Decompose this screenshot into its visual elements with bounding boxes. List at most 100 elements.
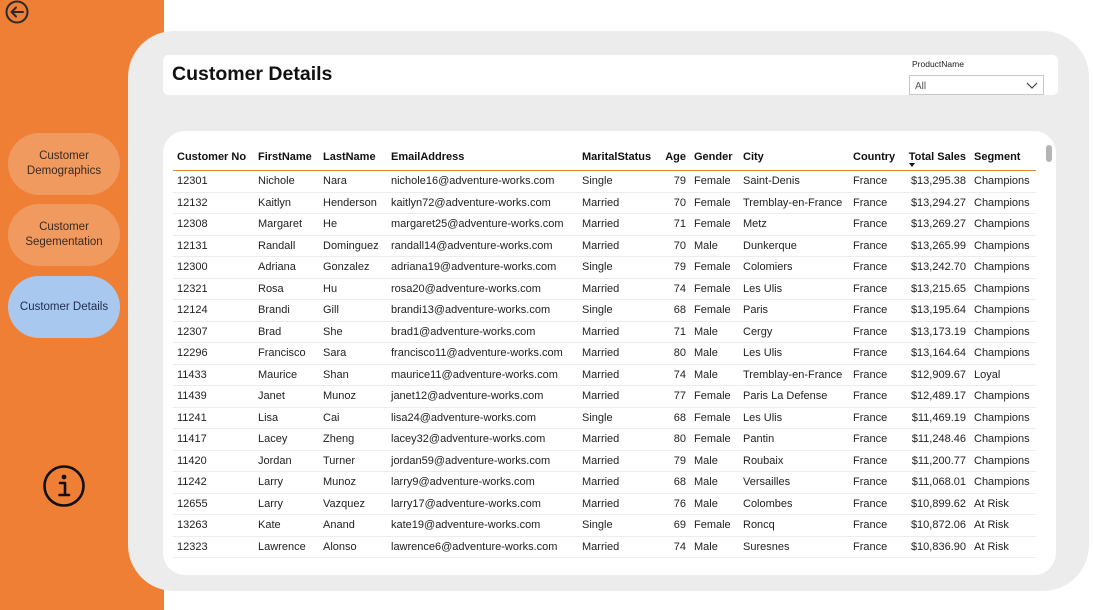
table-cell: Maurice — [254, 364, 319, 386]
table-cell: Henderson — [319, 192, 387, 214]
table-row[interactable]: 11242 Larry Munoz larry9@adventure-works.co… — [173, 471, 1036, 494]
table-cell: Married — [578, 342, 659, 365]
table-cell: He — [319, 213, 387, 236]
table-cell: nichole16@adventure-works.com — [387, 170, 578, 193]
table-cell: brad1@adventure-works.com — [387, 321, 578, 343]
table-cell: Janet — [254, 385, 319, 408]
table-cell: Champions — [970, 213, 1036, 236]
table-row[interactable]: 12323 Lawrence Alonso lawrence6@adventure-w… — [173, 536, 1036, 558]
table-row[interactable]: 12307 Brad She brad1@adventure-works.com Mar… — [173, 321, 1036, 343]
table-cell: $11,068.01 — [904, 471, 970, 494]
table-cell: Roncq — [739, 514, 849, 537]
table-cell: 12655 — [173, 493, 254, 515]
table-cell: Larry — [254, 493, 319, 515]
table-row[interactable]: 11433 Maurice Shan maurice11@adventure-work… — [173, 364, 1036, 386]
table-cell: Turner — [319, 450, 387, 472]
table-row[interactable]: 12124 Brandi Gill brandi13@adventure-works.… — [173, 299, 1036, 322]
table-scrollbar[interactable] — [1046, 145, 1052, 162]
table-row[interactable]: 11417 Lacey Zheng lacey32@adventure-works.c… — [173, 428, 1036, 451]
table-cell: Male — [690, 235, 739, 257]
table-cell: Zheng — [319, 428, 387, 451]
table-cell: randall14@adventure-works.com — [387, 235, 578, 257]
table-cell: Les Ulis — [739, 278, 849, 300]
column-header-segment[interactable]: Segment — [970, 143, 1036, 171]
table-cell: Champions — [970, 170, 1036, 193]
back-arrow-icon[interactable] — [4, 0, 30, 26]
table-cell: larry9@adventure-works.com — [387, 471, 578, 494]
table-cell: Nara — [319, 170, 387, 193]
table-cell: Margaret — [254, 213, 319, 236]
column-header-total-sales[interactable]: Total Sales — [904, 143, 970, 171]
table-row[interactable]: 13263 Kate Anand kate19@adventure-works.com… — [173, 514, 1036, 537]
page-title: Customer Details — [172, 63, 333, 85]
table-cell: 12321 — [173, 278, 254, 300]
table-cell: 70 — [659, 192, 690, 214]
table-row[interactable]: 12300 Adriana Gonzalez adriana19@adventure-… — [173, 256, 1036, 279]
table-cell: 68 — [659, 471, 690, 494]
column-header-lastname[interactable]: LastName — [319, 143, 387, 171]
table-cell: France — [849, 235, 904, 257]
table-row[interactable]: 11241 Lisa Cai lisa24@adventure-works.com Si… — [173, 407, 1036, 429]
table-cell: 76 — [659, 493, 690, 515]
table-cell: 12308 — [173, 213, 254, 236]
column-header-country[interactable]: Country — [849, 143, 904, 171]
column-header-emailaddress[interactable]: EmailAddress — [387, 143, 578, 171]
column-header-city[interactable]: City — [739, 143, 849, 171]
table-cell: Male — [690, 536, 739, 558]
table-cell: Male — [690, 364, 739, 386]
table-row[interactable]: 11439 Janet Munoz janet12@adventure-works.c… — [173, 385, 1036, 408]
table-row[interactable]: 12301 Nichole Nara nichole16@adventure-work… — [173, 170, 1036, 193]
table-row[interactable]: 12655 Larry Vazquez larry17@adventure-works… — [173, 493, 1036, 515]
table-cell: Married — [578, 321, 659, 343]
table-row[interactable]: 11420 Jordan Turner jordan59@adventure-work… — [173, 450, 1036, 472]
product-name-slicer-dropdown[interactable]: All — [909, 75, 1044, 95]
table-row[interactable]: 12308 Margaret He margaret25@adventure-work… — [173, 213, 1036, 236]
table-cell: 69 — [659, 514, 690, 537]
table-row[interactable]: 12132 Kaitlyn Henderson kaitlyn72@adventure… — [173, 192, 1036, 214]
table-row[interactable]: 12131 Randall Dominguez randall14@adventure… — [173, 235, 1036, 257]
table-cell: France — [849, 364, 904, 386]
table-cell: 71 — [659, 321, 690, 343]
table-cell: rosa20@adventure-works.com — [387, 278, 578, 300]
column-header-age[interactable]: Age — [659, 143, 690, 171]
table-cell: Champions — [970, 278, 1036, 300]
table-cell: France — [849, 536, 904, 558]
table-cell: Larry — [254, 471, 319, 494]
table-cell: $11,248.46 — [904, 428, 970, 451]
table-cell: Versailles — [739, 471, 849, 494]
table-cell: Jordan — [254, 450, 319, 472]
table-cell: Lisa — [254, 407, 319, 429]
column-header-gender[interactable]: Gender — [690, 143, 739, 171]
table-cell: France — [849, 471, 904, 494]
table-cell: France — [849, 299, 904, 322]
table-cell: Gonzalez — [319, 256, 387, 279]
table-cell: 80 — [659, 428, 690, 451]
table-row[interactable]: 12321 Rosa Hu rosa20@adventure-works.com Mar… — [173, 278, 1036, 300]
nav-customer-segmentation-button[interactable]: Customer Segementation — [8, 204, 120, 266]
column-header-firstname[interactable]: FirstName — [254, 143, 319, 171]
table-cell: Champions — [970, 342, 1036, 365]
table-cell: Roubaix — [739, 450, 849, 472]
table-cell: Married — [578, 192, 659, 214]
table-cell: Female — [690, 385, 739, 408]
table-cell: Male — [690, 342, 739, 365]
table-cell: margaret25@adventure-works.com — [387, 213, 578, 236]
table-cell: Paris — [739, 299, 849, 322]
table-cell: France — [849, 493, 904, 515]
table-cell: janet12@adventure-works.com — [387, 385, 578, 408]
table-cell: France — [849, 342, 904, 365]
table-cell: Gill — [319, 299, 387, 322]
nav-customer-details-button[interactable]: Customer Details — [8, 276, 120, 338]
column-header-maritalstatus[interactable]: MaritalStatus — [578, 143, 659, 171]
table-cell: Female — [690, 514, 739, 537]
column-header-customer-no[interactable]: Customer No — [173, 143, 254, 171]
table-cell: France — [849, 278, 904, 300]
table-cell: $13,164.64 — [904, 342, 970, 365]
table-row[interactable]: 12296 Francisco Sara francisco11@adventure-… — [173, 342, 1036, 365]
table-cell: She — [319, 321, 387, 343]
info-icon[interactable] — [42, 464, 86, 508]
nav-customer-demographics-button[interactable]: Customer Demographics — [8, 133, 120, 195]
table-cell: 12124 — [173, 299, 254, 322]
table-cell: $13,173.19 — [904, 321, 970, 343]
sort-descending-icon — [909, 163, 915, 167]
